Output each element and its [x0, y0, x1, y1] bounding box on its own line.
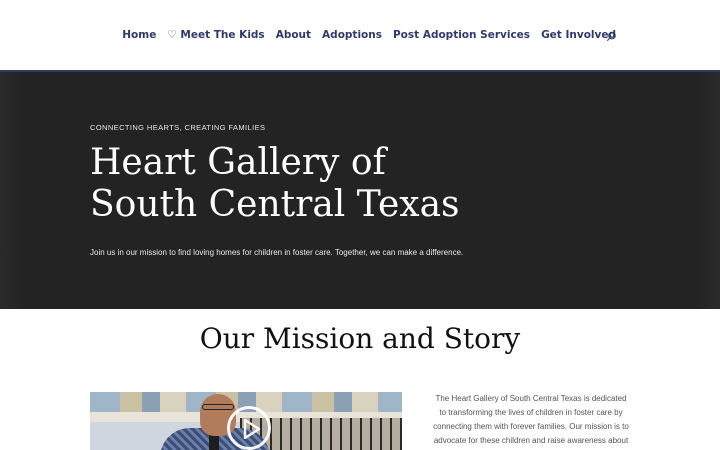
hero-title-line-2: South Central Texas: [90, 184, 460, 225]
mission-video[interactable]: [90, 392, 402, 450]
hero-banner: CONNECTING HEARTS, CREATING FAMILIES Hea…: [0, 72, 720, 309]
site-header: Home ♡ Meet The Kids About Adoptions Pos…: [0, 0, 720, 72]
video-person-glasses: [202, 404, 234, 410]
play-icon[interactable]: [227, 406, 271, 450]
hero-kicker: CONNECTING HEARTS, CREATING FAMILIES: [90, 123, 266, 132]
nav-post-adoption-services[interactable]: Post Adoption Services: [393, 29, 530, 41]
mission-title: Our Mission and Story: [199, 322, 521, 355]
hero-title-line-1: Heart Gallery of: [90, 142, 386, 183]
nav-adoptions[interactable]: Adoptions: [322, 29, 382, 41]
nav-meet-the-kids[interactable]: ♡ Meet The Kids: [167, 29, 264, 41]
nav-home[interactable]: Home: [122, 29, 156, 41]
mission-text: The Heart Gallery of South Central Texas…: [433, 394, 629, 445]
hero-title: Heart Gallery of South Central Texas: [90, 142, 510, 226]
search-icon[interactable]: [606, 31, 617, 42]
nav-about[interactable]: About: [276, 29, 311, 41]
main-nav: Home ♡ Meet The Kids About Adoptions Pos…: [122, 29, 616, 41]
hero-subtitle: Join us in our mission to find loving ho…: [90, 248, 464, 257]
nav-get-involved[interactable]: Get Involved: [541, 29, 616, 41]
